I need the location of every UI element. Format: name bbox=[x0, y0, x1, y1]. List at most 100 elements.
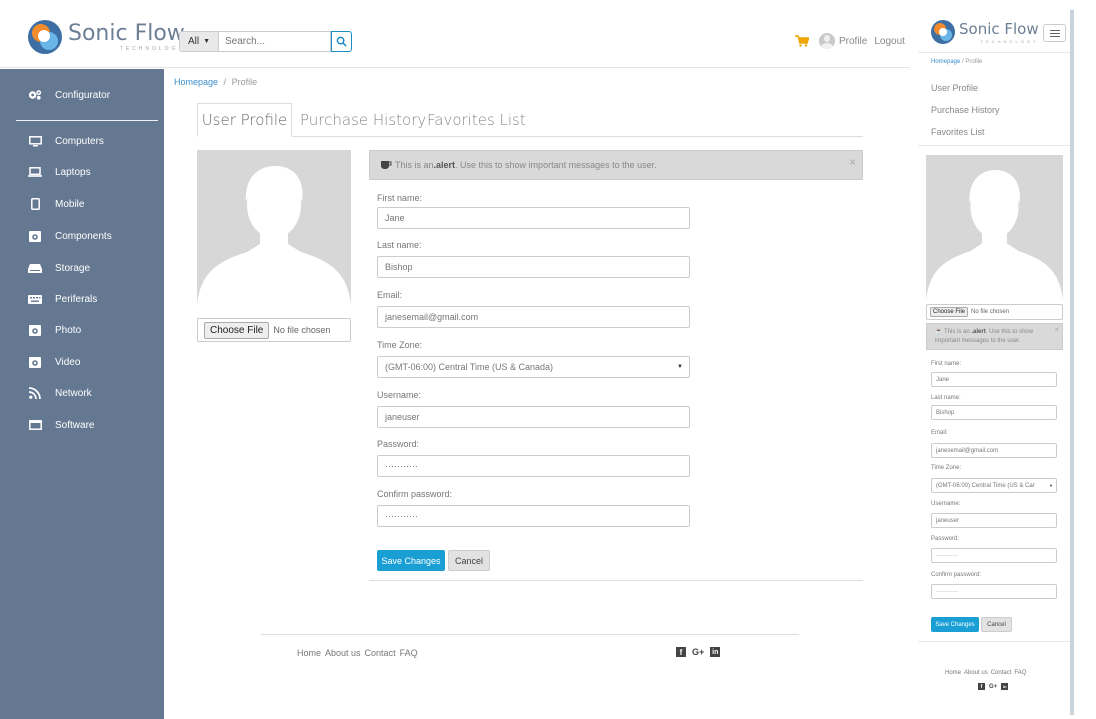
first-name-label: First name: bbox=[377, 193, 423, 203]
sidebar-item-configurator[interactable]: Configurator bbox=[0, 80, 164, 110]
coffee-icon bbox=[381, 160, 392, 169]
first-name-field[interactable]: Jane bbox=[377, 207, 690, 229]
search-category-select[interactable]: All ▼ bbox=[179, 31, 219, 52]
email-field[interactable]: janesemail@gmail.com bbox=[377, 306, 690, 328]
logo-sub: TECHNOLOGY bbox=[119, 45, 185, 52]
mobile-save-changes-button[interactable]: Save Changes bbox=[931, 617, 979, 632]
avatar[interactable] bbox=[819, 33, 835, 49]
timezone-select[interactable]: (GMT-06:00) Central Time (US & Canada) ▼ bbox=[377, 356, 690, 378]
alert-prefix: This is an bbox=[944, 329, 972, 335]
mobile-tab-purchase-history[interactable]: Purchase History bbox=[931, 105, 1000, 115]
mobile-tab-favorites-list[interactable]: Favorites List bbox=[931, 127, 985, 137]
choose-file-button[interactable]: Choose File bbox=[204, 321, 270, 339]
logo[interactable]: Sonic Flow TECHNOLOGY bbox=[28, 20, 185, 54]
keyboard-icon bbox=[28, 293, 42, 305]
cart-icon[interactable] bbox=[795, 35, 809, 47]
caret-down-icon: ▼ bbox=[203, 38, 211, 45]
breadcrumb-current: Profile bbox=[965, 59, 983, 65]
mobile-tabs-divider bbox=[918, 145, 1070, 146]
last-name-field[interactable]: Bishop bbox=[377, 256, 690, 278]
google-plus-icon[interactable]: G+ bbox=[692, 647, 704, 657]
alert-close-button[interactable]: × bbox=[849, 155, 856, 169]
first-name-label: First name: bbox=[931, 361, 962, 367]
linkedin-icon[interactable]: in bbox=[1001, 683, 1009, 690]
footer-link-contact[interactable]: Contact bbox=[991, 670, 1012, 676]
username-label: Username: bbox=[377, 390, 422, 400]
logo-mark-icon bbox=[28, 20, 62, 54]
footer-link-about[interactable]: About us bbox=[325, 648, 361, 658]
alert-strong: .alert bbox=[433, 160, 456, 170]
logout-link[interactable]: Logout bbox=[874, 36, 905, 47]
mobile-footer-links: Home About us Contact FAQ bbox=[945, 670, 1026, 676]
breadcrumb-separator: / bbox=[223, 77, 227, 87]
linkedin-icon[interactable]: in bbox=[710, 647, 721, 657]
file-picker[interactable]: Choose File No file chosen bbox=[197, 318, 351, 342]
mobile-file-picker[interactable]: Choose File No file chosen bbox=[926, 304, 1063, 320]
sidebar-item-laptops[interactable]: Laptops bbox=[0, 157, 164, 187]
sidebar-item-storage[interactable]: Storage bbox=[0, 253, 164, 283]
mobile-username-field[interactable]: janeuser bbox=[931, 513, 1057, 528]
gears-icon bbox=[28, 89, 42, 101]
breadcrumb: Homepage / Profile bbox=[174, 77, 257, 87]
breadcrumb-home-link[interactable]: Homepage bbox=[931, 59, 960, 65]
menu-toggle-button[interactable] bbox=[1043, 24, 1066, 42]
footer-links: Home About us Contact FAQ bbox=[297, 648, 418, 658]
alert-close-button[interactable]: × bbox=[1054, 325, 1059, 334]
facebook-icon[interactable]: f bbox=[676, 647, 686, 657]
footer-link-faq[interactable]: FAQ bbox=[400, 648, 418, 658]
mobile-cancel-button[interactable]: Cancel bbox=[981, 617, 1012, 632]
mobile-last-name-field[interactable]: Bishop bbox=[931, 405, 1057, 420]
profile-tabs: User Profile Purchase History Favorites … bbox=[197, 103, 863, 137]
sidebar-item-video[interactable]: Video bbox=[0, 347, 164, 377]
footer-link-faq[interactable]: FAQ bbox=[1014, 670, 1026, 676]
search-bar: All ▼ bbox=[179, 31, 352, 52]
cancel-button[interactable]: Cancel bbox=[448, 550, 490, 571]
timezone-value: (GMT-06:00) Central Time (US & Car bbox=[936, 482, 1035, 489]
user-silhouette-icon bbox=[197, 165, 351, 304]
breadcrumb-home-link[interactable]: Homepage bbox=[174, 77, 218, 87]
mobile-timezone-select[interactable]: (GMT-06:00) Central Time (US & Car ▼ bbox=[931, 478, 1057, 493]
sidebar-item-mobile[interactable]: Mobile bbox=[0, 189, 164, 219]
sidebar-item-software[interactable]: Software bbox=[0, 410, 164, 440]
facebook-icon[interactable]: f bbox=[978, 683, 985, 690]
footer-link-home[interactable]: Home bbox=[945, 670, 961, 676]
tab-purchase-history[interactable]: Purchase History bbox=[300, 103, 426, 137]
mobile-first-name-field[interactable]: Jane bbox=[931, 372, 1057, 387]
mobile-confirm-password-field[interactable]: ··········· bbox=[931, 584, 1057, 599]
sidebar-item-periferals[interactable]: Periferals bbox=[0, 284, 164, 314]
sidebar-item-label: Network bbox=[55, 387, 92, 399]
email-label: Email: bbox=[377, 290, 403, 300]
mobile-tab-user-profile[interactable]: User Profile bbox=[931, 83, 978, 93]
tab-user-profile[interactable]: User Profile bbox=[197, 103, 292, 137]
search-icon bbox=[336, 36, 347, 47]
footer-link-contact[interactable]: Contact bbox=[365, 648, 396, 658]
timezone-label: Time Zone: bbox=[931, 465, 962, 471]
form-divider bbox=[369, 580, 863, 581]
sidebar-item-computers[interactable]: Computers bbox=[0, 126, 164, 156]
tab-favorites-list[interactable]: Favorites List bbox=[427, 103, 526, 137]
video-icon bbox=[28, 356, 42, 368]
sidebar-item-photo[interactable]: Photo bbox=[0, 315, 164, 345]
choose-file-button[interactable]: Choose File bbox=[930, 307, 969, 317]
last-name-label: Last name: bbox=[377, 240, 422, 250]
password-field[interactable]: ··········· bbox=[377, 455, 690, 477]
sidebar-item-network[interactable]: Network bbox=[0, 378, 164, 408]
username-field[interactable]: janeuser bbox=[377, 406, 690, 428]
mobile-email-field[interactable]: janesemail@gmail.com bbox=[931, 443, 1057, 458]
mobile-password-field[interactable]: ··········· bbox=[931, 548, 1057, 563]
footer-link-home[interactable]: Home bbox=[297, 648, 321, 658]
confirm-password-label: Confirm password: bbox=[377, 489, 453, 499]
mobile-logo[interactable]: Sonic Flow TECHNOLOGY bbox=[931, 20, 1039, 44]
logo-text: Sonic Flow bbox=[959, 19, 1039, 38]
profile-link[interactable]: Profile bbox=[839, 36, 867, 47]
alert-suffix: . Use this to show important messages to… bbox=[455, 160, 657, 170]
search-button[interactable] bbox=[331, 31, 352, 52]
save-changes-button[interactable]: Save Changes bbox=[377, 550, 445, 571]
profile-photo bbox=[197, 150, 351, 304]
footer-link-about[interactable]: About us bbox=[964, 670, 988, 676]
search-input[interactable] bbox=[219, 31, 331, 52]
sidebar-item-components[interactable]: Components bbox=[0, 221, 164, 251]
confirm-password-field[interactable]: ··········· bbox=[377, 505, 690, 527]
desktop-view: Sonic Flow TECHNOLOGY All ▼ Search... Pr… bbox=[0, 0, 910, 719]
google-plus-icon[interactable]: G+ bbox=[989, 684, 997, 690]
